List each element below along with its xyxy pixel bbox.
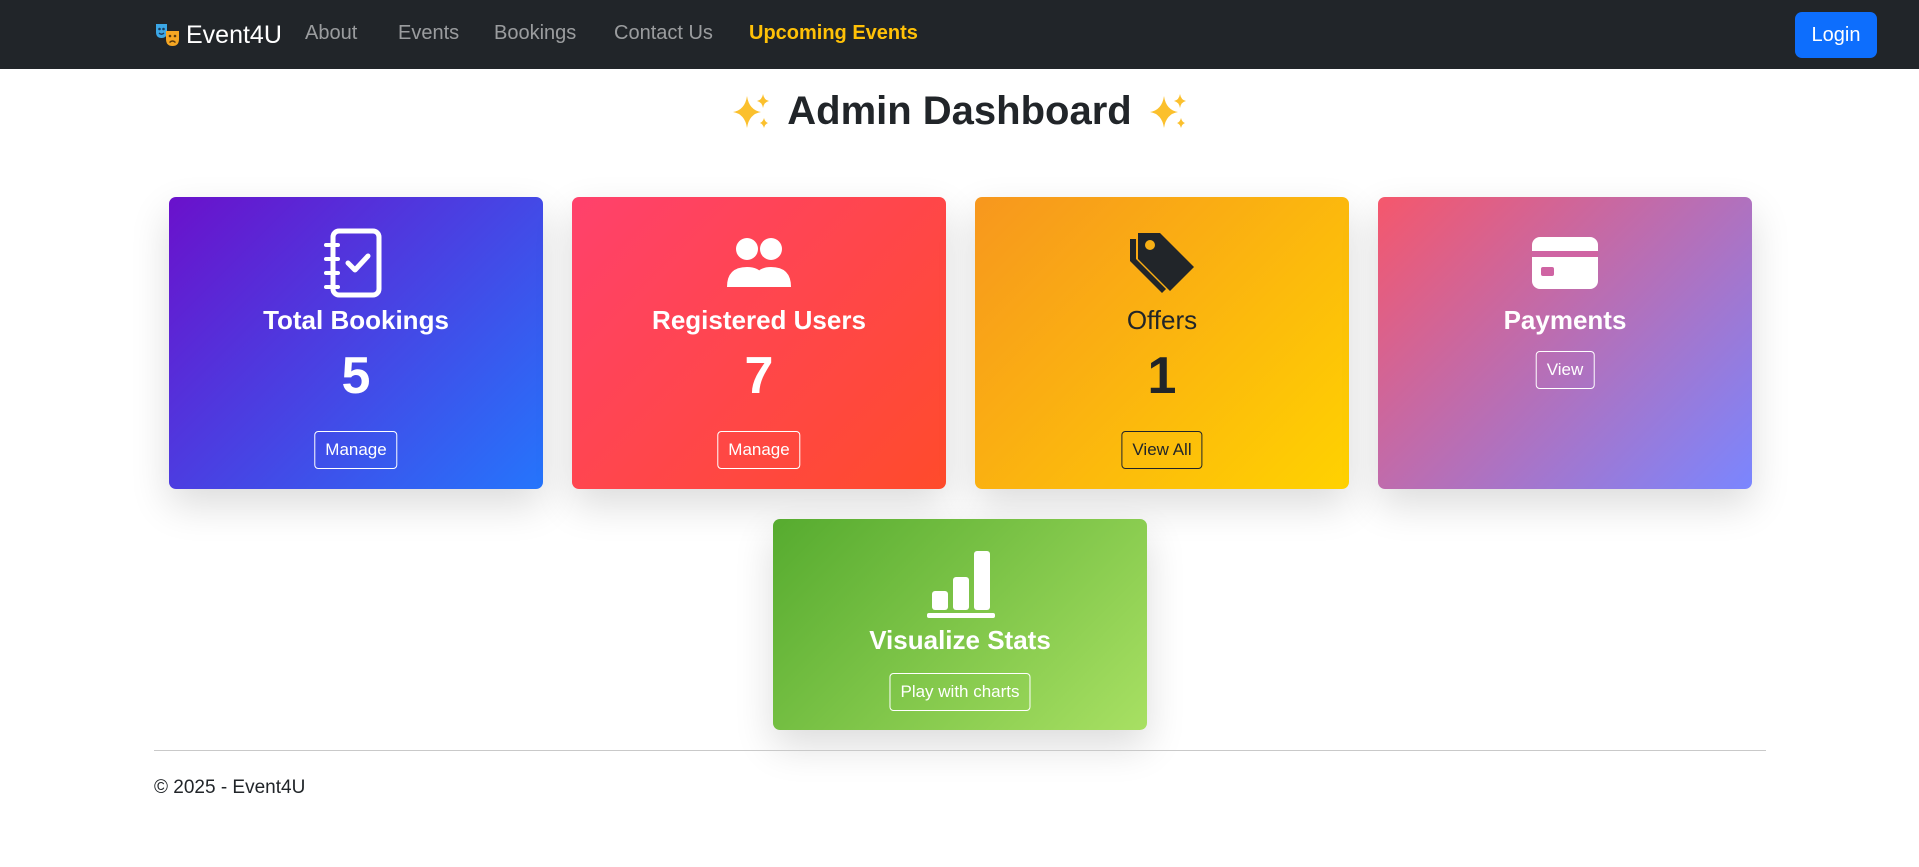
sparkles-icon — [1149, 93, 1186, 128]
card-total-bookings: Total Bookings 5 Manage — [169, 197, 543, 489]
bar-chart-icon — [927, 551, 995, 618]
nav-link-contact-us[interactable]: Contact Us — [614, 22, 713, 45]
view-all-offers-button[interactable]: View All — [1121, 431, 1203, 469]
credit-card-icon — [1532, 237, 1598, 289]
manage-bookings-button[interactable]: Manage — [314, 431, 398, 469]
play-with-charts-button[interactable]: Play with charts — [889, 673, 1031, 711]
card-title: Offers — [1126, 305, 1198, 335]
footer-divider — [154, 750, 1766, 751]
sparkles-icon — [733, 93, 770, 128]
card-value: 7 — [744, 347, 774, 405]
nav-link-events[interactable]: Events — [398, 22, 459, 45]
card-visualize-stats: Visualize Stats Play with charts — [773, 519, 1147, 730]
card-value: 1 — [1147, 347, 1177, 405]
nav-link-about[interactable]: About — [305, 22, 357, 45]
theater-masks-icon — [156, 24, 179, 46]
view-payments-button[interactable]: View — [1535, 351, 1595, 389]
footer-copyright: © 2025 - Event4U — [154, 777, 306, 798]
page-title-text: Admin Dashboard — [787, 89, 1132, 133]
card-registered-users: Registered Users 7 Manage — [572, 197, 946, 489]
card-payments: Payments View — [1378, 197, 1752, 489]
journal-check-icon — [324, 228, 382, 298]
people-icon — [727, 238, 791, 287]
card-offers: Offers 1 View All — [975, 197, 1349, 489]
card-value: 5 — [341, 347, 371, 405]
navbar: Event4U About Events Bookings Contact Us… — [0, 0, 1919, 69]
page-title: Admin Dashboard — [0, 89, 1919, 134]
tags-icon — [1130, 233, 1194, 293]
nav-link-upcoming-events[interactable]: Upcoming Events — [749, 22, 918, 45]
card-title: Visualize Stats — [869, 625, 1051, 655]
login-button[interactable]: Login — [1795, 12, 1877, 58]
card-title: Registered Users — [652, 305, 866, 335]
card-title: Payments — [1503, 305, 1627, 335]
manage-users-button[interactable]: Manage — [717, 431, 801, 469]
brand-link[interactable]: Event4U — [154, 19, 282, 51]
card-title: Total Bookings — [263, 305, 449, 335]
nav-link-bookings[interactable]: Bookings — [494, 22, 576, 45]
brand-name: Event4U — [186, 20, 282, 49]
